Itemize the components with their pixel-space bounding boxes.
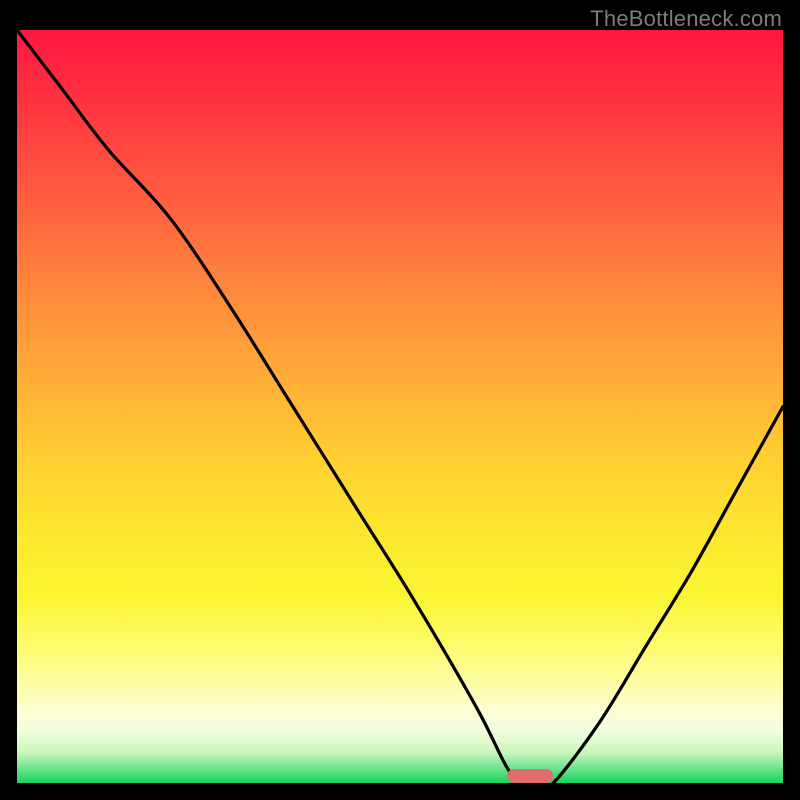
watermark-text: TheBottleneck.com	[590, 6, 782, 32]
bottleneck-curve	[17, 30, 783, 783]
plot-area	[17, 30, 783, 783]
chart-frame: TheBottleneck.com	[0, 0, 800, 800]
optimal-range-marker	[507, 769, 553, 783]
curve-path	[17, 30, 783, 783]
